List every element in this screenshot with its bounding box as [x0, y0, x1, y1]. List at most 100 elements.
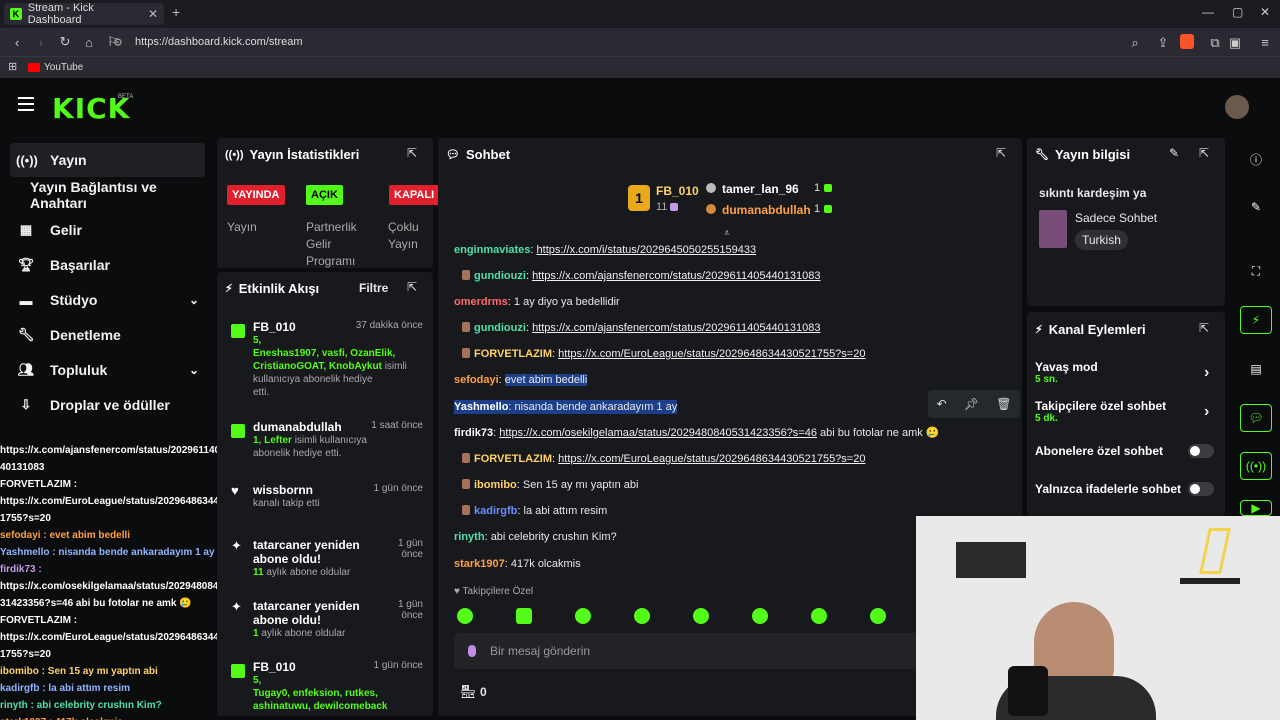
sidebar-item-basarilar[interactable]: 🏆︎ Başarılar: [10, 248, 205, 282]
emote-icon[interactable]: [457, 608, 473, 624]
emote-icon[interactable]: [516, 608, 532, 624]
chat-message[interactable]: ibomibo: Sen 15 ay mı yaptın abi: [458, 478, 638, 492]
category-name[interactable]: Sadece Sohbet: [1075, 211, 1157, 225]
chat-link[interactable]: https://x.com/ajansfenercom/status/20296…: [532, 322, 820, 334]
delete-icon[interactable]: 🗑︎: [996, 397, 1011, 411]
chat-link[interactable]: https://x.com/EuroLeague/status/20296486…: [558, 348, 865, 360]
maximize-icon[interactable]: ▢: [1232, 5, 1243, 19]
home-icon[interactable]: ⌂: [82, 35, 96, 50]
sidebar-item-studyo[interactable]: ▬ Stüdyo ⌄: [10, 283, 205, 317]
chat-link[interactable]: https://x.com/ajansfenercom/status/20296…: [532, 270, 820, 282]
sidebar-item-droplar[interactable]: ⇩ Droplar ve ödüller: [10, 388, 205, 422]
chat-bubble-icon[interactable]: 💬︎: [1240, 404, 1272, 432]
wallet-icon[interactable]: ▣: [1228, 35, 1242, 51]
chat-message[interactable]: omerdrms: 1 ay diyo ya bedellidir: [454, 295, 620, 309]
leader-second-name[interactable]: tamer_lan_96: [722, 182, 799, 196]
chat-message[interactable]: FORVETLAZIM: https://x.com/EuroLeague/st…: [458, 347, 865, 361]
slow-mode-row[interactable]: Yavaş mod 5 sn.: [1035, 360, 1098, 385]
document-icon[interactable]: ▤: [1240, 355, 1272, 383]
subscribers-chat-toggle[interactable]: [1188, 444, 1214, 458]
chevron-right-icon[interactable]: ›: [1204, 403, 1209, 421]
popout-icon[interactable]: ⇱: [1199, 146, 1209, 160]
chat-username[interactable]: sefodayi: [454, 374, 499, 386]
chat-link[interactable]: https://x.com/EuroLeague/status/20296486…: [558, 453, 865, 465]
emote-icon[interactable]: [693, 608, 709, 624]
chevron-down-icon[interactable]: ⌄: [189, 363, 199, 377]
apps-icon[interactable]: ⊞: [8, 60, 17, 73]
chat-message[interactable]: firdik73: https://x.com/osekilgelamaa/st…: [454, 426, 940, 440]
emote-icon[interactable]: [575, 608, 591, 624]
chat-username[interactable]: rinyth: [454, 531, 485, 543]
close-window-icon[interactable]: ✕: [1260, 5, 1270, 19]
reply-icon[interactable]: ↶: [937, 397, 947, 411]
reload-icon[interactable]: ↻: [58, 34, 72, 50]
back-icon[interactable]: ‹: [10, 35, 24, 50]
emote-icon[interactable]: [752, 608, 768, 624]
chat-message[interactable]: Yashmello: nisanda bende ankaradayım 1 a…: [454, 400, 678, 414]
chat-message[interactable]: sefodayi: evet abim bedelli: [454, 373, 588, 387]
filter-button[interactable]: Filtre: [359, 281, 388, 295]
chevron-down-icon[interactable]: ⌄: [189, 293, 199, 307]
emote-icon[interactable]: [870, 608, 886, 624]
address-bar[interactable]: ⚙ https://dashboard.kick.com/stream: [113, 32, 1198, 52]
chat-username[interactable]: stark1907: [454, 558, 505, 570]
chat-username[interactable]: firdik73: [454, 427, 493, 439]
emote-icon[interactable]: [811, 608, 827, 624]
extensions-icon[interactable]: ⧉: [1208, 35, 1222, 51]
share-icon[interactable]: ⇪: [1156, 35, 1170, 51]
hamburger-menu-icon[interactable]: [18, 97, 34, 111]
edit-icon[interactable]: ✎: [1169, 146, 1179, 160]
chat-message[interactable]: stark1907: 417k olcakmis: [454, 557, 581, 571]
sidebar-item-topluluk[interactable]: 👥︎ Topluluk ⌄: [10, 353, 205, 387]
chat-message[interactable]: rinyth: abi celebrity crushın Kim?: [454, 530, 617, 544]
expand-leaderboard-icon[interactable]: ⩡: [724, 228, 730, 239]
leader-third-name[interactable]: dumanabdullah: [722, 203, 811, 217]
chat-username[interactable]: Yashmello: [454, 401, 508, 413]
activity-item[interactable]: FB_010 1 gün önce 5, Tugay0, enfeksion, ru…: [217, 654, 433, 716]
popout-icon[interactable]: ⇱: [996, 146, 1006, 160]
chat-message[interactable]: enginmaviates: https://x.com/i/status/20…: [454, 243, 756, 257]
activity-item[interactable]: ✦ tatarcaner yeniden abone oldu! 1 gün önc…: [217, 593, 433, 646]
new-tab-icon[interactable]: +: [172, 4, 180, 20]
chat-link[interactable]: https://x.com/i/status/20296450502551594…: [537, 244, 757, 256]
chat-username[interactable]: omerdrms: [454, 296, 508, 308]
emote-icon[interactable]: [634, 608, 650, 624]
browser-tab[interactable]: K Stream - Kick Dashboard ✕: [4, 2, 164, 26]
sidebar-item-yayin[interactable]: ((•)) Yayın: [10, 143, 205, 177]
chat-message[interactable]: gundiouzi: https://x.com/ajansfenercom/s…: [458, 269, 821, 283]
bookmark-youtube[interactable]: YouTube: [44, 62, 83, 73]
chat-username[interactable]: enginmaviates: [454, 244, 530, 256]
chat-link[interactable]: https://x.com/osekilgelamaa/status/20294…: [499, 427, 817, 439]
info-icon[interactable]: ⓘ: [1240, 145, 1272, 173]
chat-username[interactable]: ibomibo: [474, 479, 517, 491]
activity-item[interactable]: ✦ tatarcaner yeniden abone oldu! 1 gün önc…: [217, 532, 433, 585]
menu-icon[interactable]: ≡: [1258, 35, 1272, 50]
sidebar-item-denetleme[interactable]: 🔧︎ Denetleme: [10, 318, 205, 352]
microphone-icon[interactable]: [468, 645, 476, 657]
lightning-icon[interactable]: ⚡︎: [1240, 306, 1272, 334]
chevron-right-icon[interactable]: ›: [1204, 364, 1209, 382]
store-icon[interactable]: 🏪︎: [460, 684, 477, 700]
forward-icon[interactable]: ›: [34, 35, 48, 50]
followers-chat-row[interactable]: Takipçilere özel sohbet 5 dk.: [1035, 399, 1166, 424]
chat-message[interactable]: FORVETLAZIM: https://x.com/EuroLeague/st…: [458, 452, 865, 466]
avatar[interactable]: [1225, 95, 1249, 119]
chat-message[interactable]: kadirgfb: la abi attım resim: [458, 504, 607, 518]
camera-icon[interactable]: ▶: [1240, 500, 1272, 516]
site-settings-icon[interactable]: ⚙: [113, 36, 127, 49]
activity-item[interactable]: FB_010 37 dakika önce 5, Eneshas1907, vasf…: [217, 314, 433, 405]
crop-icon[interactable]: ⛶: [1240, 257, 1272, 285]
popout-icon[interactable]: ⇱: [1199, 321, 1209, 335]
edit-icon[interactable]: ✎: [1240, 193, 1272, 221]
pin-icon[interactable]: 📌︎: [964, 397, 979, 411]
chat-username[interactable]: gundiouzi: [474, 270, 526, 282]
chat-username[interactable]: FORVETLAZIM: [474, 348, 552, 360]
chat-username[interactable]: gundiouzi: [474, 322, 526, 334]
broadcast-icon[interactable]: ((•)): [1240, 452, 1272, 480]
popout-icon[interactable]: ⇱: [407, 280, 417, 294]
chat-message[interactable]: gundiouzi: https://x.com/ajansfenercom/s…: [458, 321, 821, 335]
activity-item[interactable]: ♥ wissbornn 1 gün önce kanalı takip etti: [217, 477, 433, 516]
chat-username[interactable]: kadirgfb: [474, 505, 517, 517]
leader-first-name[interactable]: FB_010: [656, 184, 699, 198]
brave-shield-icon[interactable]: [1180, 34, 1194, 49]
